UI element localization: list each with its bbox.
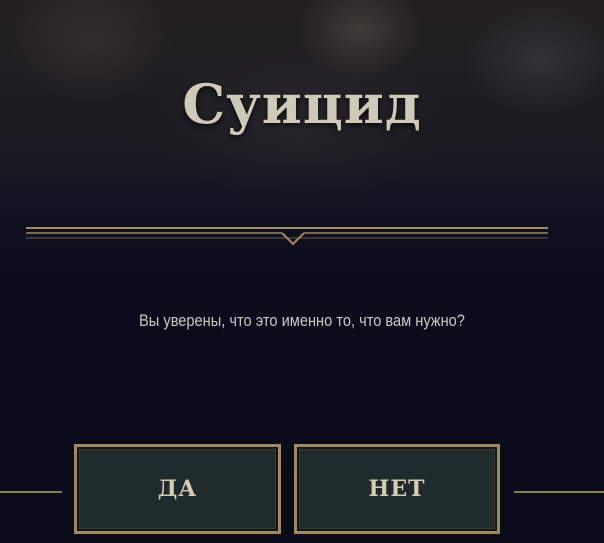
ornamental-divider <box>26 227 548 246</box>
no-button-label: НЕТ <box>368 476 426 502</box>
no-button[interactable]: НЕТ <box>294 444 500 534</box>
confirmation-dialog: Суицид Вы уверены, что это именно то, чт… <box>0 0 604 543</box>
yes-button-label: ДА <box>157 476 198 502</box>
right-decor-line <box>514 491 604 493</box>
yes-button[interactable]: ДА <box>74 444 281 534</box>
dialog-title: Суицид <box>182 72 422 136</box>
left-decor-line <box>0 491 62 493</box>
confirmation-question: Вы уверены, что это именно то, что вам н… <box>139 311 465 330</box>
